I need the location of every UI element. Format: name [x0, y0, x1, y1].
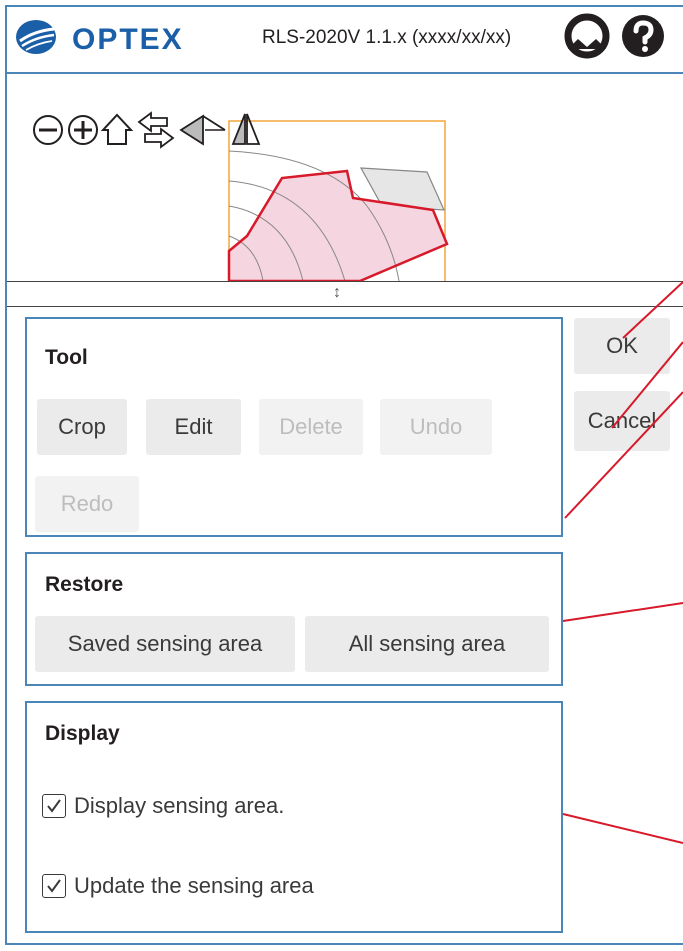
home-icon[interactable] — [100, 113, 134, 145]
display-sensing-area-checkbox[interactable] — [42, 794, 66, 818]
all-sensing-area-button[interactable]: All sensing area — [305, 616, 549, 672]
display-sensing-area-label: Display sensing area. — [74, 793, 285, 818]
check-icon — [47, 799, 61, 813]
delete-button[interactable]: Delete — [259, 399, 363, 455]
resize-handle[interactable]: ↕ — [333, 284, 341, 302]
crop-button[interactable]: Crop — [37, 399, 127, 455]
display-title: Display — [45, 722, 120, 745]
saved-sensing-area-button[interactable]: Saved sensing area — [35, 616, 295, 672]
svg-text:OPTEX: OPTEX — [72, 23, 184, 56]
version-label: RLS-2020V 1.1.x (xxxx/xx/xx) — [262, 27, 512, 48]
edit-button[interactable]: Edit — [146, 399, 241, 455]
tool-title: Tool — [45, 346, 88, 369]
viewer-toolbar — [33, 111, 261, 149]
redo-button[interactable]: Redo — [35, 476, 139, 532]
help-icon[interactable] — [620, 13, 666, 59]
profile-icon[interactable] — [564, 13, 610, 59]
zoom-in-icon[interactable] — [68, 115, 98, 145]
sensing-area-viewer[interactable] — [7, 76, 683, 282]
update-sensing-area-label: Update the sensing area — [74, 873, 314, 898]
ok-button[interactable]: OK — [574, 318, 670, 374]
check-icon — [47, 879, 61, 893]
update-sensing-area-option[interactable]: Update the sensing area — [42, 873, 314, 899]
display-sensing-area-option[interactable]: Display sensing area. — [42, 793, 284, 819]
restore-title: Restore — [45, 573, 124, 596]
viewer-divider-top — [7, 281, 683, 282]
update-sensing-area-checkbox[interactable] — [42, 874, 66, 898]
undo-button[interactable]: Undo — [380, 399, 492, 455]
viewer-divider-bottom — [7, 306, 683, 307]
swap-icon[interactable] — [137, 111, 175, 149]
optex-logo: OPTEX — [16, 20, 184, 56]
zoom-out-icon[interactable] — [33, 115, 63, 145]
flip-vertical-icon[interactable] — [231, 113, 261, 145]
flip-horizontal-icon[interactable] — [179, 114, 226, 146]
display-group: Display Display sensing area. Update the… — [25, 701, 563, 933]
restore-group: Restore Saved sensing area All sensing a… — [25, 552, 563, 686]
tool-group: Tool Crop Edit Delete Undo Redo — [25, 317, 563, 537]
cancel-button[interactable]: Cancel — [574, 391, 670, 451]
